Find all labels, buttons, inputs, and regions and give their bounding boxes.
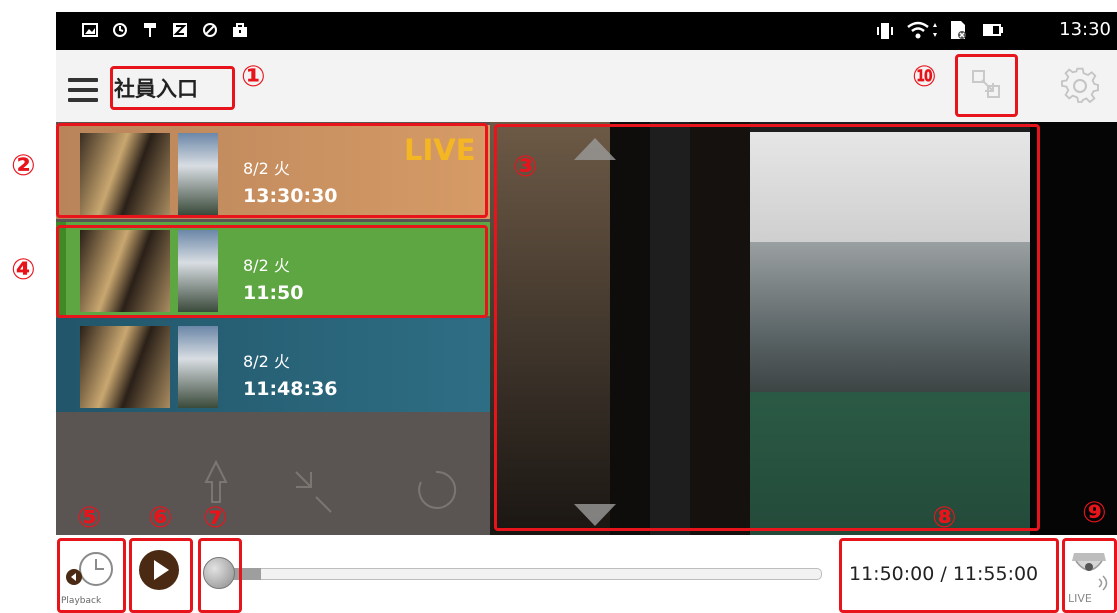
data-arrows-icon [933,23,937,37]
annotation-number-7: ⑦ [203,500,228,534]
annotation-number-1: ① [241,59,266,93]
annotation-number-3: ③ [513,149,538,183]
blocked-icon [203,23,217,37]
annotation-number-10: ⑩ [912,59,937,93]
faded-controls-overlay [204,459,457,513]
annotation-number-8: ⑧ [932,500,957,534]
annotation-number-2: ② [11,148,36,182]
sync-icon [113,23,127,37]
annotation-box-2 [56,123,488,218]
status-time: 13:30 [1059,19,1111,40]
z-icon [173,23,187,37]
briefcase-icon [233,23,247,37]
annotation-box-9 [1062,538,1117,613]
thumbnail-image [80,326,170,408]
annotation-box-3 [494,124,1040,531]
image-icon [82,23,98,37]
hammer-icon [144,23,156,37]
status-bar: 13:30 [56,12,1117,50]
recording-date: 8/2 火 [243,352,290,371]
annotation-box-10 [955,54,1018,117]
recording-time: 11:48:36 [243,378,338,400]
annotation-box-6 [129,538,193,613]
list-item[interactable]: 8/2 火 11:48:36 [56,318,490,412]
vibrate-icon [877,23,893,39]
annotation-number-9: ⑨ [1082,495,1107,529]
seek-bar[interactable] [206,568,822,580]
thumbnail-image [178,326,218,408]
gear-icon[interactable] [1060,66,1100,106]
battery-icon [983,24,1003,36]
annotation-box-7 [198,538,242,613]
annotation-box-1 [110,66,235,110]
sd-card-icon [951,21,966,39]
annotation-box-5 [57,538,126,613]
annotation-number-4: ④ [11,252,36,286]
hamburger-menu-icon[interactable] [68,78,98,108]
annotation-box-4 [56,225,488,318]
video-right-edge [1030,122,1117,535]
wifi-icon [907,21,929,39]
annotation-number-6: ⑥ [148,500,173,534]
annotation-number-5: ⑤ [77,500,102,534]
annotation-box-8 [839,538,1059,613]
